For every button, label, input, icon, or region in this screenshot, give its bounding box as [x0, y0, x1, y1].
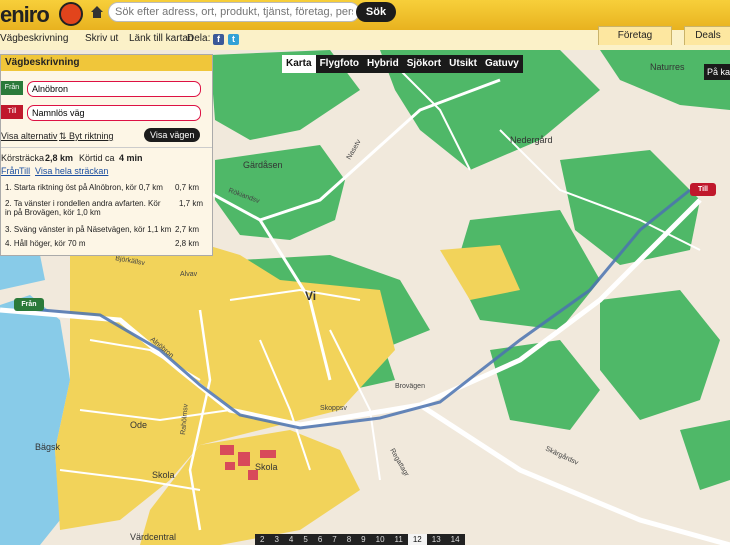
road-label: Alvav: [180, 271, 198, 278]
zoom-level[interactable]: 10: [371, 534, 390, 545]
facebook-icon[interactable]: f: [213, 34, 224, 45]
logo-mark-icon: [59, 2, 83, 26]
show-alternatives-link[interactable]: Visa alternativ: [1, 131, 57, 141]
map-type-selector: Karta Flygfoto Hybrid Sjökort Utsikt Gat…: [282, 55, 523, 73]
logo[interactable]: eniro: [0, 2, 50, 27]
zoom-level[interactable]: 8: [342, 534, 356, 545]
link-to[interactable]: Till: [19, 166, 30, 176]
place-label: Bägsk: [35, 442, 61, 452]
place-label: Skola: [152, 470, 175, 480]
logo-text: eniro: [0, 2, 50, 27]
menu-lank-till-kartan[interactable]: Länk till kartan: [129, 33, 193, 44]
search-button[interactable]: Sök: [356, 2, 396, 22]
tab-hybrid[interactable]: Hybrid: [363, 55, 403, 73]
place-label: Skola: [255, 462, 278, 472]
to-marker[interactable]: Till: [690, 183, 716, 196]
menu-vagbeskrivning[interactable]: Vägbeskrivning: [0, 33, 68, 44]
route-step[interactable]: 2. Ta vänster i rondellen andra avfarten…: [5, 199, 165, 217]
home-icon[interactable]: [90, 5, 104, 19]
place-label: Ode: [130, 420, 147, 430]
place-label: Vi: [305, 289, 316, 303]
step-distance: 1,7 km: [179, 199, 204, 208]
zoom-pager: 2 3 4 5 6 7 8 9 10 11 12 13 14: [255, 534, 465, 545]
zoom-level[interactable]: 4: [284, 534, 298, 545]
directions-panel: Vägbeskrivning Från Alnöbron Till Namnlö…: [0, 54, 213, 256]
place-label: Nedergård: [510, 135, 553, 145]
zoom-level[interactable]: 11: [390, 534, 408, 545]
tab-flygfoto[interactable]: Flygfoto: [316, 55, 363, 73]
link-show-whole[interactable]: Visa hela sträckan: [35, 166, 108, 176]
tab-karta[interactable]: Karta: [282, 55, 316, 73]
route-step[interactable]: 4. Håll höger, kör 70 m 2,8 km: [5, 239, 205, 248]
twitter-icon[interactable]: t: [228, 34, 239, 45]
zoom-level[interactable]: 14: [446, 534, 465, 545]
to-input[interactable]: Namnlös väg: [27, 105, 201, 121]
zoom-level[interactable]: 5: [298, 534, 312, 545]
distance-label: Körsträcka: [1, 153, 45, 163]
tab-foretag[interactable]: Företag: [598, 26, 672, 45]
zoom-level[interactable]: 7: [327, 534, 341, 545]
zoom-level[interactable]: 13: [427, 534, 446, 545]
step-text: 4. Håll höger, kör 70 m: [5, 239, 86, 248]
divider: [1, 147, 212, 148]
zoom-level[interactable]: 3: [269, 534, 283, 545]
search-input[interactable]: [108, 2, 360, 22]
time-value: 4 min: [119, 153, 143, 163]
menu-skriv-ut[interactable]: Skriv ut: [85, 33, 118, 44]
show-route-button[interactable]: Visa vägen: [144, 128, 201, 142]
tab-gatuvy[interactable]: Gatuvy: [481, 55, 523, 73]
tab-utsikt[interactable]: Utsikt: [445, 55, 481, 73]
step-distance: 2,7 km: [174, 225, 199, 234]
menu-dela-label: Dela:: [187, 33, 211, 44]
swap-direction-link[interactable]: ⇅ Byt riktning: [59, 131, 114, 142]
zoom-level[interactable]: 6: [313, 534, 327, 545]
zoom-level[interactable]: 2: [255, 534, 269, 545]
place-label: Gärdåsen: [243, 160, 283, 170]
zoom-level-active[interactable]: 12: [407, 534, 427, 545]
tab-deals[interactable]: Deals: [684, 26, 730, 45]
road-label: Brovägen: [395, 383, 425, 390]
step-distance: 0,7 km: [174, 183, 199, 192]
tab-sjokort[interactable]: Sjökort: [403, 55, 445, 73]
step-distance: 2,8 km: [174, 239, 199, 248]
distance-value: 2,8 km: [45, 153, 74, 163]
from-marker[interactable]: Från: [14, 298, 44, 311]
step-text: 3. Sväng vänster in på Näsetvägen, kör 1…: [5, 225, 172, 234]
route-step[interactable]: 1. Starta riktning öst på Alnöbron, kör …: [5, 183, 205, 192]
place-label: Naturres: [650, 62, 685, 72]
place-label: Värdcentral: [130, 532, 176, 542]
route-step[interactable]: 3. Sväng vänster in på Näsetvägen, kör 1…: [5, 225, 205, 234]
zoom-level[interactable]: 9: [356, 534, 370, 545]
step-text: 2. Ta vänster i rondellen andra avfarten…: [5, 199, 161, 217]
swap-direction-label: Byt riktning: [69, 131, 114, 141]
map-option-box[interactable]: På ka: [704, 64, 730, 80]
step-text: 1. Starta riktning öst på Alnöbron, kör …: [5, 183, 163, 192]
from-input[interactable]: Alnöbron: [27, 81, 201, 97]
link-from[interactable]: Från: [1, 166, 20, 176]
to-label: Till: [1, 105, 23, 119]
time-label: Körtid ca: [79, 153, 115, 163]
road-label: Skoppsv: [320, 405, 347, 412]
from-label: Från: [1, 81, 23, 95]
directions-title: Vägbeskrivning: [1, 55, 212, 71]
